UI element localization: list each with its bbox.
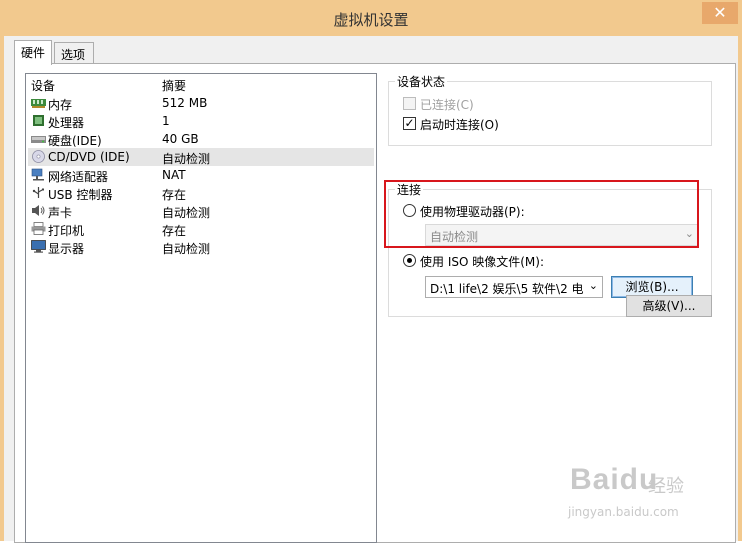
connection-label: 连接 xyxy=(395,181,424,198)
device-row-sound-card[interactable]: 声卡 自动检测 xyxy=(28,202,374,220)
checkmark-icon: ✓ xyxy=(404,116,415,130)
device-summary: 512 MB xyxy=(162,96,208,110)
device-status-group: 设备状态 已连接(C) ✓ 启动时连接(O) xyxy=(388,73,712,146)
device-list[interactable]: 设备 摘要 内存 512 MB 处理器 1 硬盘(IDE) 40 GB CD/D… xyxy=(25,73,377,543)
physical-drive-select[interactable]: 自动检测 ⌄ xyxy=(425,224,699,246)
column-header-summary[interactable]: 摘要 xyxy=(162,77,186,94)
device-row-display[interactable]: 显示器 自动检测 xyxy=(28,238,374,256)
iso-path-select[interactable]: D:\1 life\2 娱乐\5 软件\2 电 ⌄ xyxy=(425,276,603,298)
usb-icon xyxy=(31,186,46,199)
device-status-label: 设备状态 xyxy=(395,73,448,90)
device-row-network-adapter[interactable]: 网络适配器 NAT xyxy=(28,166,374,184)
sound-card-icon xyxy=(31,204,46,217)
tab-options-label: 选项 xyxy=(61,48,86,62)
connect-at-power-on-label: 启动时连接(O) xyxy=(420,118,499,132)
device-summary: 存在 xyxy=(162,188,187,202)
baidu-watermark: Baidu 经验 jingyan.baidu.com xyxy=(560,455,730,525)
watermark-text: 经验 xyxy=(648,476,684,497)
column-header-device[interactable]: 设备 xyxy=(31,77,55,94)
network-adapter-icon xyxy=(31,168,46,181)
connect-at-power-on-checkbox[interactable]: ✓ xyxy=(403,116,416,130)
tab-hardware[interactable]: 硬件 xyxy=(14,40,52,65)
display-icon xyxy=(31,240,46,253)
device-summary: 存在 xyxy=(162,224,187,238)
device-summary: 自动检测 xyxy=(162,242,211,256)
connected-checkbox-row[interactable]: 已连接(C) xyxy=(403,96,553,112)
physical-drive-radio[interactable] xyxy=(403,204,416,217)
connect-at-power-on-row[interactable]: ✓ 启动时连接(O) xyxy=(403,116,553,132)
printer-icon xyxy=(31,222,46,235)
watermark-url: jingyan.baidu.com xyxy=(568,505,679,519)
device-name: 内存 xyxy=(48,98,73,112)
watermark-brand: Baidu xyxy=(570,463,659,496)
hard-disk-icon xyxy=(31,132,46,145)
device-summary: 1 xyxy=(162,114,170,128)
device-summary: 自动检测 xyxy=(162,206,211,220)
cd-dvd-icon xyxy=(31,150,46,163)
memory-icon xyxy=(31,96,46,109)
device-row-usb-controller[interactable]: USB 控制器 存在 xyxy=(28,184,374,202)
tab-hardware-label: 硬件 xyxy=(21,46,46,60)
physical-drive-select-value: 自动检测 xyxy=(430,230,479,244)
vm-settings-window: 虚拟机设置 ✕ 硬件 选项 设备 摘要 内存 512 MB 处理器 1 硬盘(I… xyxy=(0,0,742,543)
processor-icon xyxy=(31,114,46,127)
physical-drive-label: 使用物理驱动器(P): xyxy=(420,205,525,219)
device-summary: NAT xyxy=(162,168,186,182)
close-button[interactable]: ✕ xyxy=(702,2,738,24)
radio-selected-dot xyxy=(407,258,412,263)
tab-options[interactable]: 选项 xyxy=(54,42,94,64)
device-row-cd-dvd[interactable]: CD/DVD (IDE) 自动检测 xyxy=(28,148,374,166)
device-name: 打印机 xyxy=(48,224,85,238)
advanced-button[interactable]: 高级(V)... xyxy=(626,295,712,317)
window-title: 虚拟机设置 xyxy=(333,11,409,29)
title-bar: 虚拟机设置 ✕ xyxy=(0,0,742,36)
physical-drive-radio-row[interactable]: 使用物理驱动器(P): xyxy=(403,203,603,219)
device-list-header: 设备 摘要 xyxy=(26,74,376,94)
iso-path-value: D:\1 life\2 娱乐\5 软件\2 电 xyxy=(430,282,584,296)
device-name: 声卡 xyxy=(48,206,73,220)
device-name: 网络适配器 xyxy=(48,170,109,184)
chevron-down-icon: ⌄ xyxy=(588,279,598,292)
iso-image-label: 使用 ISO 映像文件(M): xyxy=(420,255,544,269)
device-row-hard-disk[interactable]: 硬盘(IDE) 40 GB xyxy=(28,130,374,148)
device-name: CD/DVD (IDE) xyxy=(48,150,130,164)
device-row-processor[interactable]: 处理器 1 xyxy=(28,112,374,130)
device-row-printer[interactable]: 打印机 存在 xyxy=(28,220,374,238)
iso-image-radio-row[interactable]: 使用 ISO 映像文件(M): xyxy=(403,253,603,269)
device-summary: 40 GB xyxy=(162,132,199,146)
connected-label: 已连接(C) xyxy=(420,98,474,112)
device-summary: 自动检测 xyxy=(162,152,211,166)
device-name: 显示器 xyxy=(48,242,85,256)
device-row-memory[interactable]: 内存 512 MB xyxy=(28,94,374,112)
connected-checkbox[interactable] xyxy=(403,97,416,110)
device-name: 处理器 xyxy=(48,116,85,130)
device-name: 硬盘(IDE) xyxy=(48,134,102,148)
iso-image-radio[interactable] xyxy=(403,254,416,267)
chevron-down-icon: ⌄ xyxy=(684,227,694,240)
device-name: USB 控制器 xyxy=(48,188,113,202)
